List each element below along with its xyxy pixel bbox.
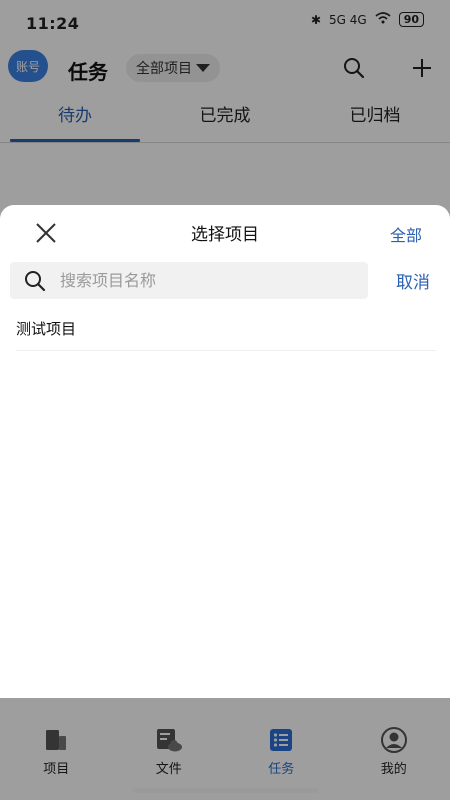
project-list-item[interactable]: 测试项目: [16, 318, 436, 351]
search-icon: [22, 268, 48, 294]
select-project-sheet: 选择项目 全部 取消 测试项目: [0, 205, 450, 698]
project-search-box[interactable]: [10, 262, 368, 299]
project-search-input[interactable]: [58, 270, 342, 291]
sheet-title: 选择项目: [191, 225, 259, 245]
select-all-button[interactable]: 全部: [390, 222, 422, 246]
cancel-button[interactable]: 取消: [396, 268, 430, 293]
home-indicator: [132, 788, 318, 793]
